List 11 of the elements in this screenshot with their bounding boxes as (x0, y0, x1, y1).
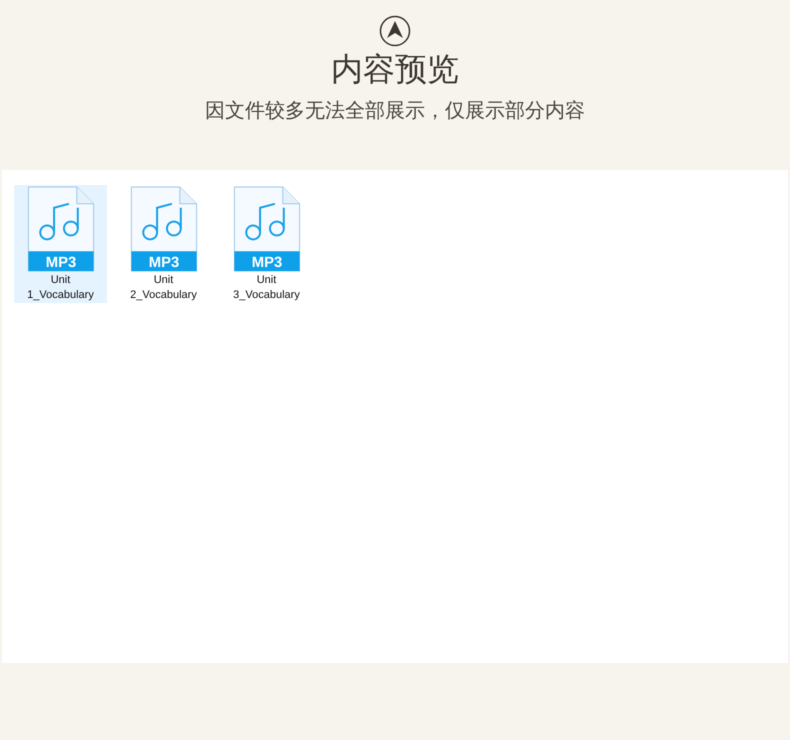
file-name: Unit 2_Vocabulary (129, 273, 198, 303)
file-name: Unit 3_Vocabulary (232, 273, 301, 303)
file-item[interactable]: MP3 Unit 1_Vocabulary (14, 185, 107, 303)
audio-file-icon: MP3 (232, 186, 300, 272)
file-item[interactable]: MP3 Unit 2_Vocabulary (117, 185, 210, 303)
audio-file-icon: MP3 (130, 186, 198, 272)
audio-file-icon: MP3 (26, 186, 94, 272)
file-name: Unit 1_Vocabulary (26, 273, 95, 303)
file-item[interactable]: MP3 Unit 3_Vocabulary (220, 185, 313, 303)
section-title: 内容预览 (331, 49, 459, 89)
section-subtitle: 因文件较多无法全部展示，仅展示部分内容 (205, 97, 585, 123)
